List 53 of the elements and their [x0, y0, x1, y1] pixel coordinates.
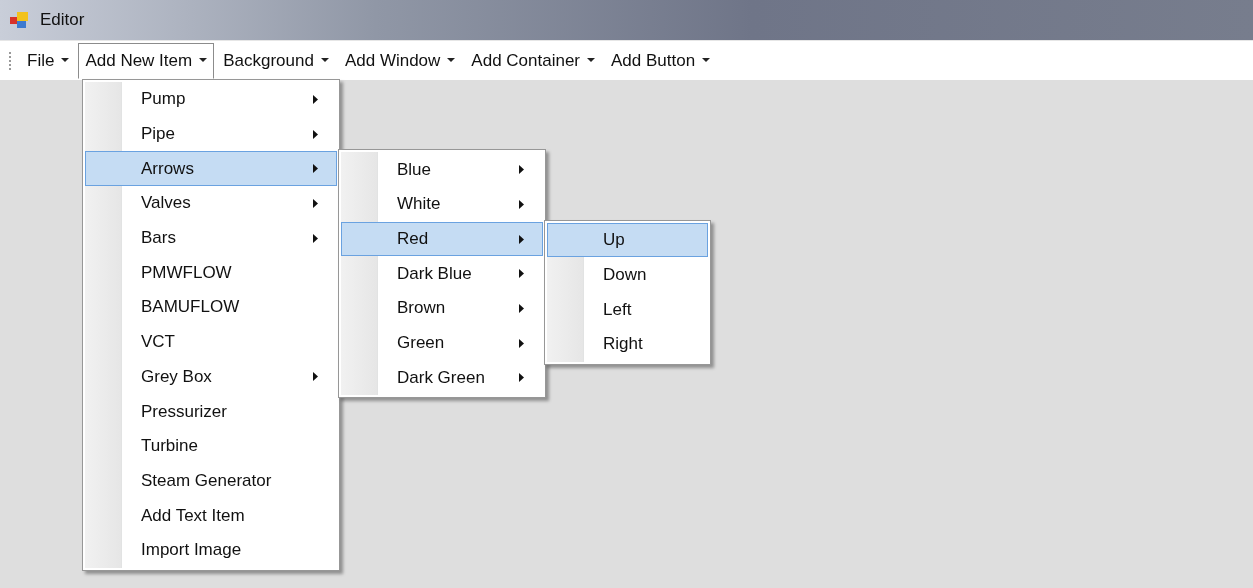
caret-icon — [61, 58, 70, 63]
menu-item[interactable]: Brown — [341, 291, 543, 326]
menu-item[interactable]: Grey Box — [85, 359, 337, 395]
submenu-arrow-icon — [313, 94, 318, 104]
caret-icon — [320, 58, 329, 63]
submenu-arrow-icon — [313, 164, 318, 174]
menu-button[interactable]: File — [20, 42, 77, 79]
app-icon — [10, 11, 30, 29]
menu-item[interactable]: Red — [341, 221, 543, 257]
menu-item[interactable]: Blue — [341, 152, 543, 188]
menu-item[interactable]: PMWFLOW — [85, 255, 337, 291]
menu-item[interactable]: Pipe — [85, 116, 337, 152]
menu-item[interactable]: Green — [341, 325, 543, 361]
menu-item[interactable]: Steam Generator — [85, 463, 337, 499]
submenu-arrow-icon — [519, 234, 524, 244]
menu-item[interactable]: White — [341, 187, 543, 222]
menu-item[interactable]: VCT — [85, 324, 337, 360]
caret-icon — [199, 58, 208, 63]
submenu-arrow-icon — [313, 198, 318, 208]
submenu-arrow-icon — [313, 129, 318, 139]
window-title: Editor — [40, 10, 85, 30]
menu-item[interactable]: Turbine — [85, 428, 337, 464]
menu-item[interactable]: Import Image — [85, 532, 337, 568]
submenu-arrow-icon — [313, 372, 318, 382]
menu-item[interactable]: Down — [547, 257, 708, 293]
menu-item[interactable]: Pump — [85, 82, 337, 117]
submenu-arrow-icon — [519, 165, 524, 175]
menu-button[interactable]: Add Container — [464, 42, 603, 79]
submenu-arrow-icon — [519, 373, 524, 383]
caret-icon — [702, 58, 711, 63]
menu-button[interactable]: Add Button — [604, 42, 718, 79]
menu-item[interactable]: Arrows — [85, 151, 337, 187]
menu-item[interactable]: Dark Blue — [341, 256, 543, 292]
menu-item[interactable]: Dark Green — [341, 360, 543, 396]
menu-item[interactable]: Valves — [85, 186, 337, 221]
submenu-arrow-icon — [519, 304, 524, 313]
submenu-arrow-icon — [519, 199, 524, 209]
menu-button[interactable]: Background — [216, 42, 336, 79]
menu-item[interactable]: Left — [547, 292, 708, 327]
menu-item[interactable]: Right — [547, 326, 708, 362]
menu-item[interactable]: Up — [547, 222, 708, 258]
grip-icon[interactable] — [9, 50, 12, 71]
caret-icon — [587, 58, 596, 63]
menu-item[interactable]: BAMUFLOW — [85, 290, 337, 325]
menu-button[interactable]: Add Window — [337, 42, 463, 79]
caret-icon — [447, 58, 456, 63]
submenu-arrow-icon — [519, 338, 524, 348]
menu-button[interactable]: Add New Item — [78, 42, 215, 79]
submenu-arrow-icon — [519, 269, 524, 279]
submenu-arrow-icon — [313, 233, 318, 243]
menu-item[interactable]: Add Text Item — [85, 498, 337, 533]
menu-item[interactable]: Bars — [85, 220, 337, 256]
menu-item[interactable]: Pressurizer — [85, 394, 337, 429]
